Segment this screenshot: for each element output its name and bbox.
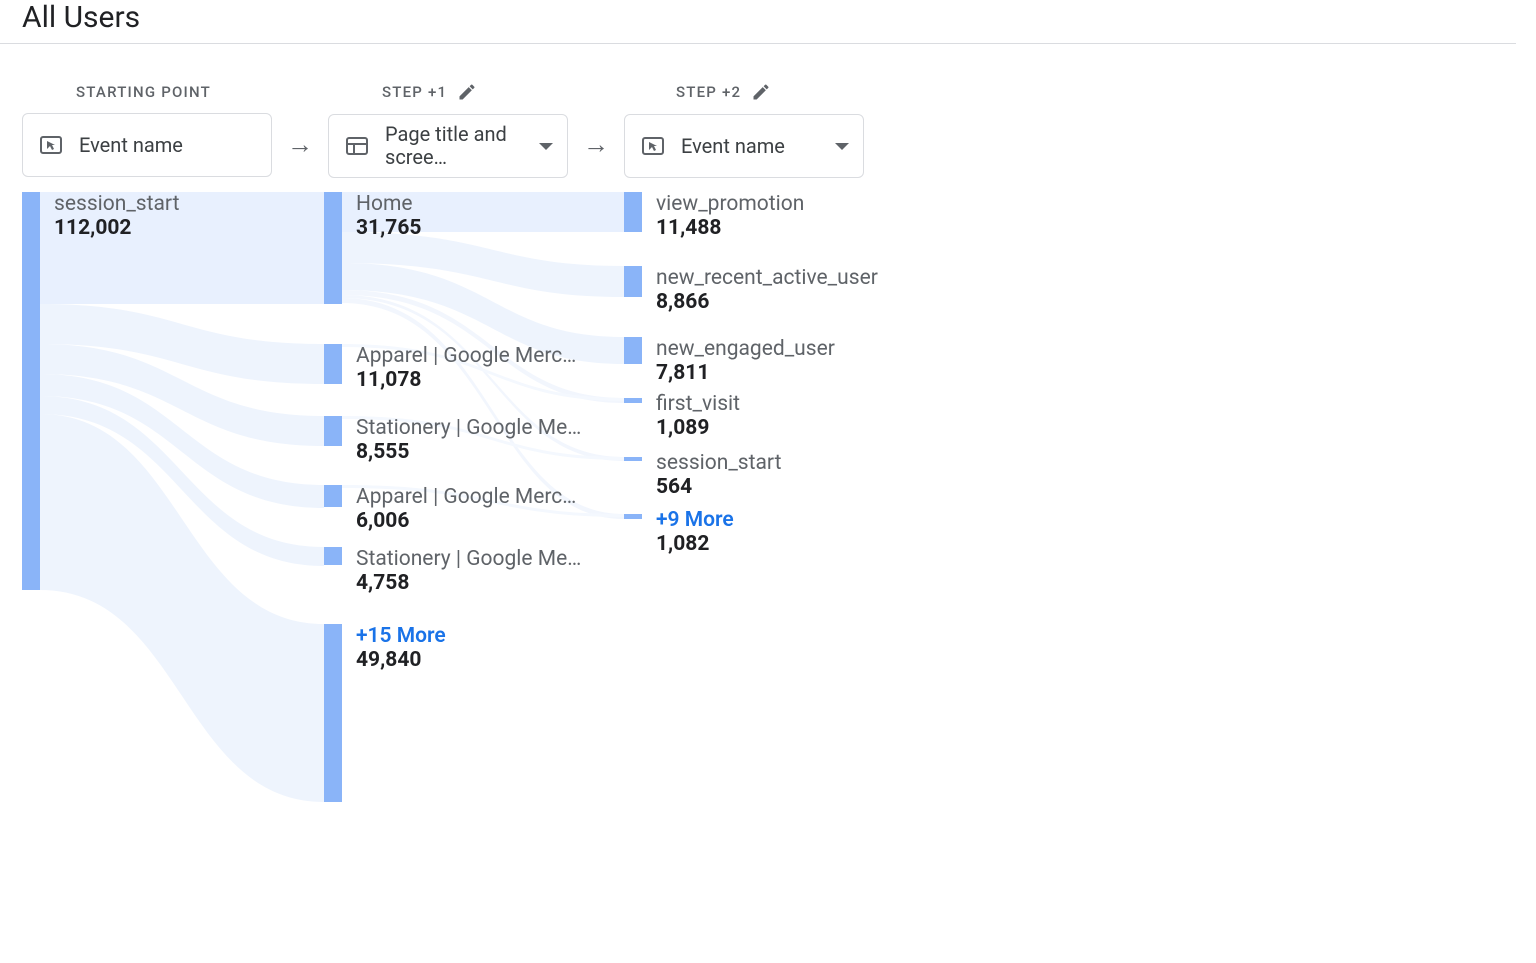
node-apparel-1[interactable]: Apparel | Google Merc… 11,078 xyxy=(324,344,586,392)
step1-text: STEP +1 xyxy=(382,83,447,101)
node-bar xyxy=(624,457,642,461)
cursor-icon xyxy=(37,133,65,157)
node-count: 11,488 xyxy=(656,216,886,240)
node-bar xyxy=(624,192,642,232)
node-bar xyxy=(324,416,342,446)
header-step2: STEP +2 Event name xyxy=(624,82,864,178)
node-label: Stationery | Google Me… 4,758 xyxy=(356,547,586,595)
header-starting-point: STARTING POINT Event name xyxy=(22,83,272,177)
node-label: +9 More 1,082 xyxy=(656,508,886,556)
node-bar xyxy=(324,624,342,802)
node-label: Stationery | Google Me… 8,555 xyxy=(356,416,586,464)
node-bar xyxy=(624,514,642,519)
arrow-icon: → xyxy=(280,101,320,160)
node-name: first_visit xyxy=(656,392,886,416)
node-view-promotion[interactable]: view_promotion 11,488 xyxy=(624,192,886,240)
node-label: new_recent_active_user 8,866 xyxy=(656,266,886,314)
step1-selector[interactable]: Page title and scree… xyxy=(328,114,568,178)
node-apparel-2[interactable]: Apparel | Google Merc… 6,006 xyxy=(324,485,586,533)
node-name: view_promotion xyxy=(656,192,886,216)
step2-text: STEP +2 xyxy=(676,83,741,101)
node-bar xyxy=(324,344,342,384)
page-icon xyxy=(343,134,371,158)
page-title: All Users xyxy=(0,0,1516,44)
node-label: session_start 112,002 xyxy=(54,192,284,590)
node-bar xyxy=(624,398,642,403)
node-name: session_start xyxy=(656,451,886,475)
node-session-start-step2[interactable]: session_start 564 xyxy=(624,457,886,499)
node-label: new_engaged_user 7,811 xyxy=(656,337,886,385)
more-link[interactable]: +9 More xyxy=(656,508,886,532)
chevron-down-icon xyxy=(835,143,849,150)
header-step1: STEP +1 Page title and scree… xyxy=(328,82,568,178)
node-bar xyxy=(324,485,342,507)
chevron-down-icon xyxy=(539,143,553,150)
starting-point-pill-label: Event name xyxy=(79,134,257,157)
node-count: 11,078 xyxy=(356,368,586,392)
step2-label: STEP +2 xyxy=(624,82,864,102)
node-name: new_recent_active_user xyxy=(656,266,886,290)
node-step2-more[interactable]: +9 More 1,082 xyxy=(624,514,886,556)
node-step1-more[interactable]: +15 More 49,840 xyxy=(324,624,586,802)
starting-point-selector[interactable]: Event name xyxy=(22,113,272,177)
node-count: 8,555 xyxy=(356,440,586,464)
node-bar xyxy=(324,192,342,304)
node-count: 1,082 xyxy=(656,532,886,556)
node-new-recent-active-user[interactable]: new_recent_active_user 8,866 xyxy=(624,266,886,314)
step2-pill-label: Event name xyxy=(681,135,821,158)
more-link[interactable]: +15 More xyxy=(356,624,586,648)
node-count: 4,758 xyxy=(356,571,586,595)
step1-label: STEP +1 xyxy=(328,82,568,102)
node-name: Stationery | Google Me… xyxy=(356,547,586,571)
node-name: Home xyxy=(356,192,586,216)
node-first-visit[interactable]: first_visit 1,089 xyxy=(624,398,886,440)
node-name: session_start xyxy=(54,192,284,216)
node-count: 8,866 xyxy=(656,290,886,314)
path-exploration: STARTING POINT Event name → STEP +1 xyxy=(0,82,1536,832)
node-count: 1,089 xyxy=(656,416,886,440)
sankey-diagram: session_start 112,002 Home 31,765 Appare… xyxy=(22,192,1536,832)
node-bar xyxy=(22,192,40,590)
pencil-icon[interactable] xyxy=(457,82,477,102)
step2-selector[interactable]: Event name xyxy=(624,114,864,178)
node-session-start[interactable]: session_start 112,002 xyxy=(22,192,284,590)
node-label: Apparel | Google Merc… 11,078 xyxy=(356,344,586,392)
starting-point-label: STARTING POINT xyxy=(22,83,272,101)
node-count: 564 xyxy=(656,475,886,499)
cursor-icon xyxy=(639,134,667,158)
node-name: Apparel | Google Merc… xyxy=(356,485,586,509)
node-name: Apparel | Google Merc… xyxy=(356,344,586,368)
node-count: 7,811 xyxy=(656,361,886,385)
starting-point-text: STARTING POINT xyxy=(76,83,211,101)
node-label: Home 31,765 xyxy=(356,192,586,304)
node-label: first_visit 1,089 xyxy=(656,392,886,440)
node-label: view_promotion 11,488 xyxy=(656,192,886,240)
node-label: session_start 564 xyxy=(656,451,886,499)
node-bar xyxy=(324,547,342,565)
node-count: 31,765 xyxy=(356,216,586,240)
node-count: 49,840 xyxy=(356,648,586,672)
node-label: Apparel | Google Merc… 6,006 xyxy=(356,485,586,533)
node-new-engaged-user[interactable]: new_engaged_user 7,811 xyxy=(624,337,886,385)
node-label: +15 More 49,840 xyxy=(356,624,586,802)
node-stationery-1[interactable]: Stationery | Google Me… 8,555 xyxy=(324,416,586,464)
node-stationery-2[interactable]: Stationery | Google Me… 4,758 xyxy=(324,547,586,595)
column-headers: STARTING POINT Event name → STEP +1 xyxy=(22,82,1536,178)
node-name: Stationery | Google Me… xyxy=(356,416,586,440)
arrow-icon: → xyxy=(576,101,616,160)
pencil-icon[interactable] xyxy=(751,82,771,102)
node-name: new_engaged_user xyxy=(656,337,886,361)
node-count: 6,006 xyxy=(356,509,586,533)
node-bar xyxy=(624,266,642,297)
node-home[interactable]: Home 31,765 xyxy=(324,192,586,304)
node-count: 112,002 xyxy=(54,216,284,240)
step1-pill-label: Page title and scree… xyxy=(385,123,525,169)
node-bar xyxy=(624,337,642,364)
